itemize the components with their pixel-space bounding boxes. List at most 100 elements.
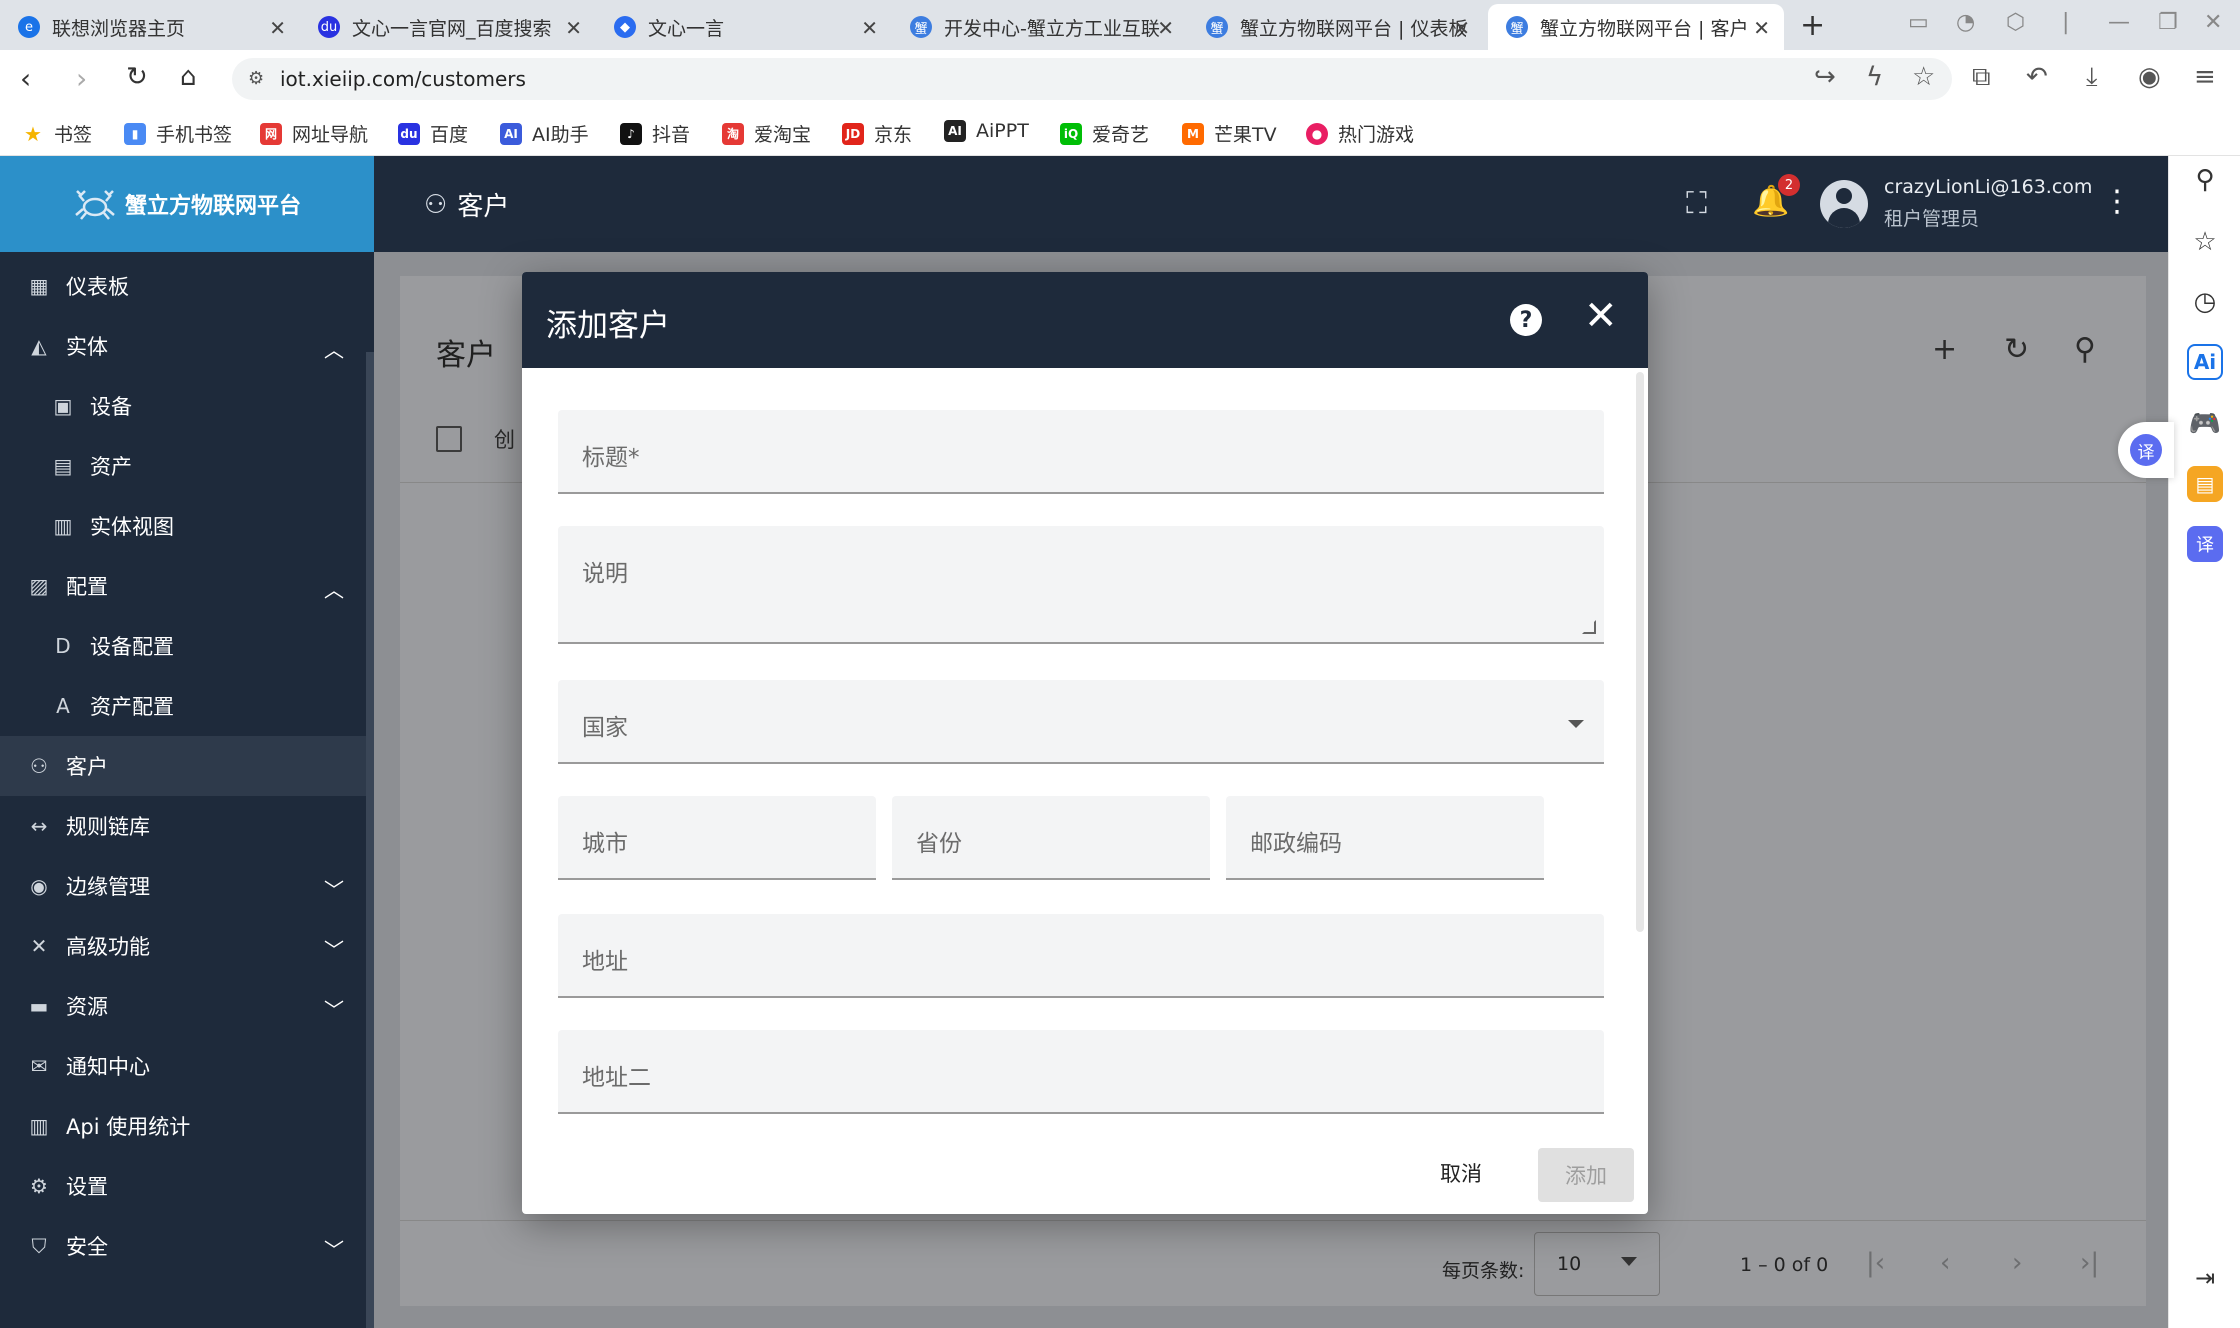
close-tab-icon[interactable]: ✕ [1753, 16, 1770, 40]
profile-icon[interactable]: ◉ [2138, 62, 2161, 92]
site-info-icon[interactable]: ⚙ [248, 68, 264, 89]
bookmark-item[interactable]: ▮ 手机书签 [124, 120, 232, 147]
browser-tab[interactable]: du 文心一言官网_百度搜索 ✕ [300, 4, 596, 50]
country-select[interactable]: 国家 [558, 680, 1604, 764]
previous-page-icon[interactable]: ‹ [1940, 1248, 1950, 1278]
sidebar-item-entities[interactable]: ◭ 实体 ︿ [0, 316, 366, 376]
undo-icon[interactable]: ↶ [2026, 62, 2048, 92]
bookmark-item[interactable]: 淘爱淘宝 [722, 120, 811, 147]
bookmark-item[interactable]: JD 京东 [842, 120, 912, 147]
favorites-icon[interactable]: ☆ [2187, 224, 2223, 260]
bookmark-item[interactable]: iQ 爱奇艺 [1060, 120, 1149, 147]
minimize-icon[interactable]: — [2108, 10, 2130, 35]
add-button[interactable]: 添加 [1538, 1148, 1634, 1202]
puzzle-icon[interactable]: ⧉ [1972, 62, 1991, 93]
sidebar-item-notification-center[interactable]: ✉ 通知中心 [0, 1036, 366, 1096]
collapse-panel-icon[interactable]: ⇥ [2187, 1260, 2223, 1296]
incognito-icon[interactable]: ◔ [1956, 10, 1975, 35]
download-icon[interactable]: ⤓ [2086, 62, 2098, 93]
back-icon[interactable]: ‹ [20, 62, 31, 95]
last-page-icon[interactable]: ›| [2080, 1248, 2099, 1278]
toolbox-icon[interactable]: ▤ [2187, 466, 2223, 502]
sidebar-item-customers[interactable]: ⚇ 客户 [0, 736, 366, 796]
state-field[interactable]: 省份 [892, 796, 1210, 880]
address-field[interactable]: 地址 [558, 914, 1604, 998]
sidebar-item-asset-profiles[interactable]: A 资产配置 [0, 676, 366, 736]
bookmark-item[interactable]: AI AI助手 [500, 120, 589, 147]
window-close-icon[interactable]: ✕ [2204, 10, 2222, 35]
help-icon[interactable]: ? [1510, 304, 1542, 336]
sidebar-item-entity-views[interactable]: ▥ 实体视图 [0, 496, 366, 556]
search-icon[interactable]: ⚲ [2074, 332, 2096, 367]
resize-handle-icon[interactable] [1582, 620, 1596, 634]
split-view-icon[interactable]: ▭ [1908, 10, 1929, 35]
sidebar-item-profiles[interactable]: ▨ 配置 ︿ [0, 556, 366, 616]
sidebar-item-settings[interactable]: ⚙ 设置 [0, 1156, 366, 1216]
floating-translate-button[interactable]: 译 [2118, 422, 2174, 478]
cancel-button[interactable]: 取消 [1440, 1158, 1482, 1188]
game-controller-icon[interactable]: 🎮 [2187, 406, 2223, 442]
more-vert-icon[interactable]: ⋮ [2102, 184, 2132, 219]
browser-tab[interactable]: 蟹 开发中心-蟹立方工业互联 ✕ [892, 4, 1188, 50]
sidebar-item-device-profiles[interactable]: D 设备配置 [0, 616, 366, 676]
select-all-checkbox[interactable] [436, 426, 462, 452]
close-tab-icon[interactable]: ✕ [1453, 16, 1470, 40]
restore-icon[interactable]: ❐ [2158, 10, 2178, 35]
title-field[interactable]: 标题* [558, 410, 1604, 494]
sidebar-item-api-usage[interactable]: ▥ Api 使用统计 [0, 1096, 366, 1156]
bookmark-item[interactable]: ★ 书签 [22, 120, 92, 147]
sidebar-item-assets[interactable]: ▤ 资产 [0, 436, 366, 496]
sidebar-item-dashboard[interactable]: ▦ 仪表板 [0, 256, 366, 316]
ai-assistant-icon[interactable]: Ai [2187, 344, 2223, 380]
history-icon[interactable]: ◷ [2187, 284, 2223, 320]
next-page-icon[interactable]: › [2012, 1248, 2022, 1278]
brand-logo[interactable]: 蟹立方物联网平台 [0, 156, 374, 252]
close-tab-icon[interactable]: ✕ [565, 16, 582, 40]
bookmark-item[interactable]: ♪ 抖音 [620, 120, 690, 147]
bookmark-item[interactable]: AI AiPPT [944, 120, 1029, 142]
bookmark-item[interactable]: du 百度 [398, 120, 468, 147]
close-tab-icon[interactable]: ✕ [269, 16, 286, 40]
browser-tab[interactable]: 蟹 蟹立方物联网平台 | 仪表板 ✕ [1188, 4, 1484, 50]
flash-icon[interactable]: ϟ [1866, 62, 1883, 92]
extensions-icon[interactable]: ⬡ [2006, 10, 2025, 35]
share-icon[interactable]: ↪ [1814, 62, 1836, 92]
bookmark-item[interactable]: M 芒果TV [1182, 120, 1277, 147]
browser-tab-active[interactable]: 蟹 蟹立方物联网平台 | 客户 ✕ [1488, 4, 1784, 50]
first-page-icon[interactable]: |‹ [1866, 1248, 1885, 1278]
fullscreen-icon[interactable]: ⛶ [1686, 186, 1707, 221]
close-tab-icon[interactable]: ✕ [1157, 16, 1174, 40]
url-field[interactable]: ⚙ iot.xieiip.com/customers [232, 58, 1952, 100]
close-tab-icon[interactable]: ✕ [861, 16, 878, 40]
sidebar-item-security[interactable]: ⛉ 安全 ﹀ [0, 1216, 366, 1276]
dialog-scrollbar[interactable] [1636, 372, 1644, 932]
description-field[interactable]: 说明 [558, 526, 1604, 644]
star-icon[interactable]: ☆ [1912, 62, 1935, 92]
sidebar-item-edge[interactable]: ◉ 边缘管理 ﹀ [0, 856, 366, 916]
zip-field[interactable]: 邮政编码 [1226, 796, 1544, 880]
sidebar-item-devices[interactable]: ▣ 设备 [0, 376, 366, 436]
translate-icon[interactable]: 译 [2187, 526, 2223, 562]
close-icon[interactable]: ✕ [1584, 296, 1618, 336]
forward-icon[interactable]: › [76, 62, 87, 95]
reload-icon[interactable]: ↻ [126, 62, 148, 92]
sidebar-item-rule-chains[interactable]: ↔ 规则链库 [0, 796, 366, 856]
more-icon[interactable]: ≡ [2194, 62, 2216, 92]
search-icon[interactable]: ⚲ [2187, 162, 2223, 198]
bookmark-item[interactable]: ● 热门游戏 [1306, 120, 1414, 147]
add-icon[interactable]: + [1932, 332, 1957, 367]
city-field[interactable]: 城市 [558, 796, 876, 880]
new-tab-icon[interactable]: + [1800, 8, 1825, 43]
browser-tab[interactable]: e 联想浏览器主页 ✕ [0, 4, 300, 50]
column-header-created[interactable]: 创 [494, 424, 515, 454]
sidebar-item-advanced[interactable]: ✕ 高级功能 ﹀ [0, 916, 366, 976]
sidebar-scrollbar[interactable] [366, 352, 374, 1328]
refresh-icon[interactable]: ↻ [2004, 332, 2029, 367]
page-size-select[interactable]: 10 [1534, 1232, 1660, 1296]
bookmark-item[interactable]: 网网址导航 [260, 120, 368, 147]
address2-field[interactable]: 地址二 [558, 1030, 1604, 1114]
avatar[interactable] [1820, 180, 1868, 228]
sidebar-item-resources[interactable]: ▬ 资源 ﹀ [0, 976, 366, 1036]
home-icon[interactable]: ⌂ [180, 62, 197, 92]
browser-tab[interactable]: ◆ 文心一言 ✕ [596, 4, 892, 50]
